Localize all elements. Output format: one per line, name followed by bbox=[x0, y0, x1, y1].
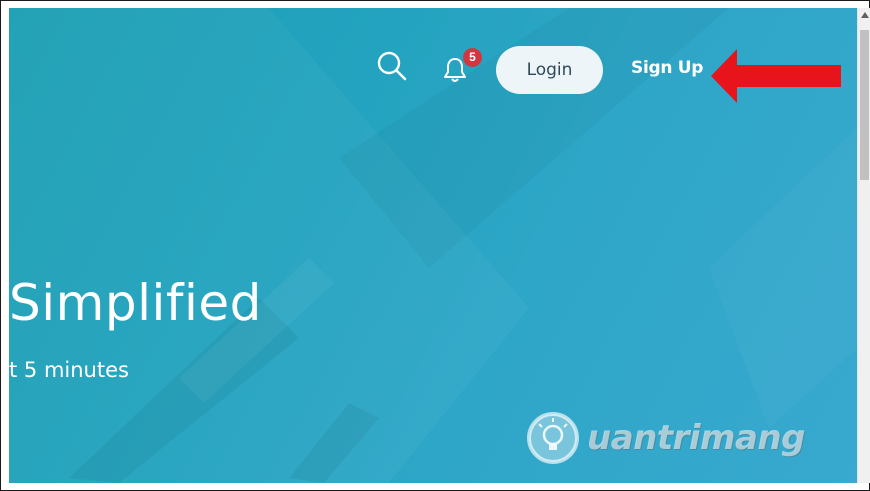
watermark-text: uantrimang bbox=[587, 418, 805, 458]
red-arrow-annotation bbox=[711, 49, 841, 103]
lightbulb-icon bbox=[527, 412, 579, 464]
notifications-button[interactable]: 5 bbox=[439, 48, 482, 88]
signup-link[interactable]: Sign Up bbox=[631, 58, 703, 78]
hero-banner: 5 Login Sign Up Simplified t 5 minutes u… bbox=[9, 8, 857, 483]
hero-title: Simplified bbox=[9, 274, 262, 332]
login-button[interactable]: Login bbox=[496, 46, 603, 94]
scroll-thumb[interactable] bbox=[860, 30, 869, 180]
watermark: uantrimang bbox=[525, 408, 845, 468]
notification-badge: 5 bbox=[463, 48, 482, 67]
scroll-up-button[interactable] bbox=[858, 8, 870, 22]
scroll-up-arrow-icon bbox=[860, 12, 869, 18]
vertical-scrollbar[interactable] bbox=[857, 8, 870, 483]
search-button[interactable] bbox=[374, 48, 410, 84]
hero-subtitle: t 5 minutes bbox=[9, 358, 129, 382]
search-icon bbox=[377, 51, 407, 81]
